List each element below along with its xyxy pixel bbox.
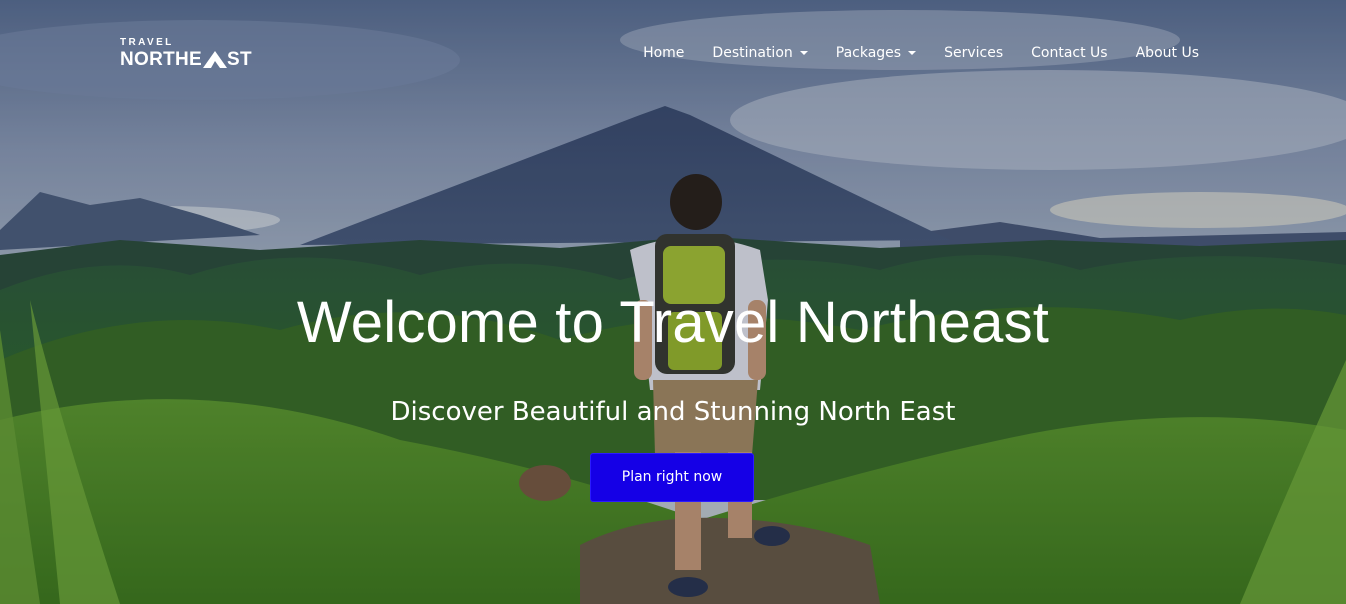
brand-main-text: NORTHE — [120, 49, 203, 70]
nav-contact-us-label: Contact Us — [1031, 45, 1108, 61]
nav-destination-label: Destination — [712, 45, 793, 61]
nav-about-us-label: About Us — [1135, 45, 1199, 61]
caret-down-icon — [908, 51, 917, 55]
navbar: TRAVEL NORTHE ST Home Destination Packag… — [0, 0, 1346, 106]
caret-down-icon — [799, 51, 808, 55]
nav-home[interactable]: Home — [629, 44, 698, 62]
nav-services-label: Services — [944, 45, 1004, 61]
hero-section: TRAVEL NORTHE ST Home Destination Packag… — [0, 0, 1346, 604]
nav-services[interactable]: Services — [930, 44, 1017, 62]
brand-main: NORTHE ST — [120, 50, 252, 69]
mountain-peak-icon — [203, 51, 228, 68]
nav-contact-us[interactable]: Contact Us — [1017, 44, 1121, 62]
nav-home-label: Home — [643, 45, 685, 61]
brand-main-text-end: ST — [227, 49, 252, 70]
plan-right-now-button[interactable]: Plan right now — [590, 453, 754, 502]
brand-top-text: TRAVEL — [120, 37, 174, 48]
brand-logo[interactable]: TRAVEL NORTHE ST — [120, 37, 252, 70]
hero-title: Welcome to Travel Northeast — [296, 290, 1050, 355]
nav-packages-label: Packages — [835, 45, 902, 61]
hero-subtitle: Discover Beautiful and Stunning North Ea… — [390, 397, 956, 427]
nav-about-us[interactable]: About Us — [1122, 44, 1213, 62]
nav-destination[interactable]: Destination — [698, 44, 821, 62]
nav-packages[interactable]: Packages — [822, 44, 930, 62]
nav-menu: Home Destination Packages Services Conta… — [629, 44, 1213, 62]
